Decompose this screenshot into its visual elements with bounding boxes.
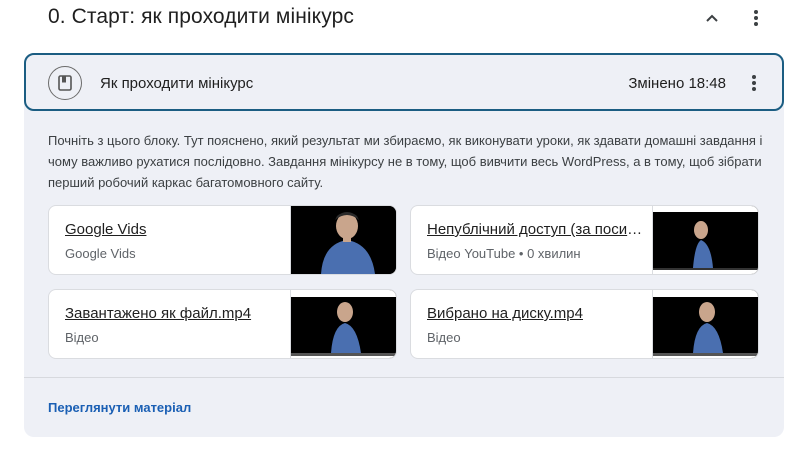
chevron-up-icon — [706, 14, 718, 22]
material-icon — [48, 66, 82, 100]
attachment-title[interactable]: Google Vids — [65, 221, 287, 238]
attachment-card[interactable]: Непублічний доступ (за посиланням) Відео… — [410, 205, 759, 275]
video-thumbnail[interactable] — [290, 206, 396, 274]
attachment-subtitle: Відео — [65, 330, 99, 345]
material-description: Почніть з цього блоку. Тут пояснено, яки… — [48, 133, 763, 190]
topic-more-button[interactable] — [742, 4, 770, 32]
video-thumbnail[interactable] — [652, 206, 758, 274]
video-thumbnail[interactable] — [652, 290, 758, 358]
material-title[interactable]: Як проходити мінікурс — [100, 75, 253, 92]
divider — [24, 377, 784, 378]
collapse-button[interactable] — [698, 4, 726, 32]
attachment-subtitle: Google Vids — [65, 246, 136, 261]
attachment-title[interactable]: Непублічний доступ (за посиланням) — [427, 221, 649, 238]
more-vert-icon — [754, 10, 758, 26]
attachment-card[interactable]: Завантажено як файл.mp4 Відео — [48, 289, 397, 359]
attachment-card[interactable]: Вибрано на диску.mp4 Відео — [410, 289, 759, 359]
view-material-link[interactable]: Переглянути матеріал — [48, 400, 191, 415]
attachment-title[interactable]: Завантажено як файл.mp4 — [65, 305, 287, 322]
attachment-subtitle: Відео YouTube • 0 хвилин — [427, 246, 581, 261]
attachment-card[interactable]: Google Vids Google Vids — [48, 205, 397, 275]
book-icon — [58, 75, 72, 91]
material-header[interactable]: Як проходити мінікурс Змінено 18:48 — [24, 53, 784, 111]
topic-header: 0. Старт: як проходити мінікурс — [0, 0, 808, 38]
more-vert-icon — [752, 75, 756, 91]
material-more-button[interactable] — [740, 69, 768, 97]
video-thumbnail[interactable] — [290, 290, 396, 358]
attachment-title[interactable]: Вибрано на диску.mp4 — [427, 305, 649, 322]
attachment-subtitle: Відео — [427, 330, 461, 345]
modified-time: Змінено 18:48 — [628, 75, 726, 92]
topic-title: 0. Старт: як проходити мінікурс — [48, 5, 354, 28]
